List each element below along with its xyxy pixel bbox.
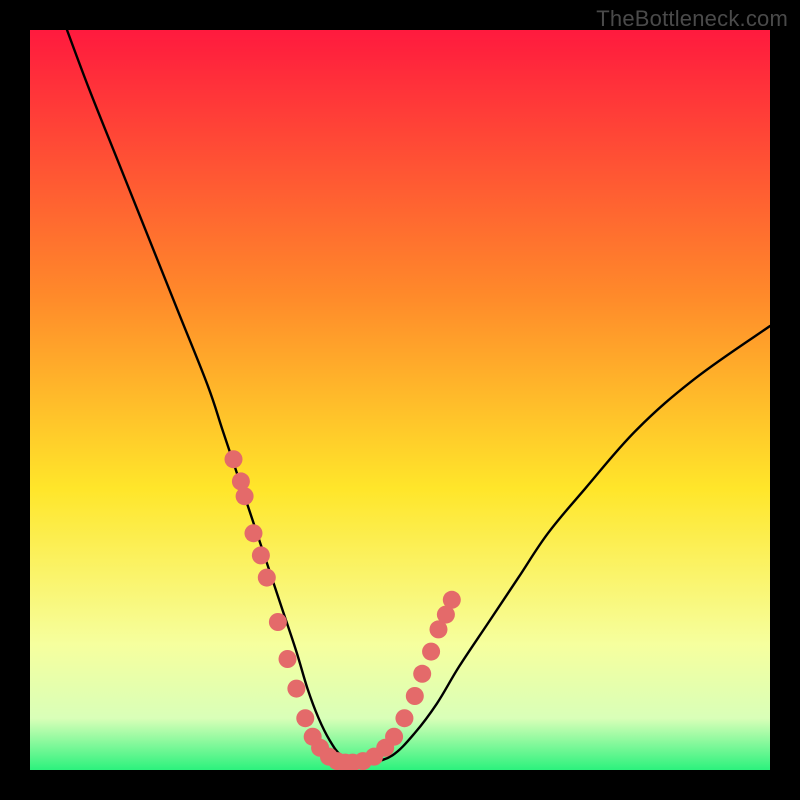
watermark-label: TheBottleneck.com: [596, 6, 788, 32]
bead-dot: [413, 665, 431, 683]
bead-dot: [443, 591, 461, 609]
chart-svg: [30, 30, 770, 770]
bead-dot: [244, 524, 262, 542]
bead-dot: [287, 680, 305, 698]
gradient-bg: [30, 30, 770, 770]
bead-dot: [385, 728, 403, 746]
bead-dot: [406, 687, 424, 705]
bead-dot: [236, 487, 254, 505]
bead-dot: [225, 450, 243, 468]
chart-stage: TheBottleneck.com: [0, 0, 800, 800]
bead-dot: [258, 569, 276, 587]
bead-dot: [269, 613, 287, 631]
bead-dot: [395, 709, 413, 727]
bead-dot: [252, 546, 270, 564]
bead-dot: [422, 643, 440, 661]
bead-dot: [296, 709, 314, 727]
plot-area: [30, 30, 770, 770]
bead-dot: [279, 650, 297, 668]
